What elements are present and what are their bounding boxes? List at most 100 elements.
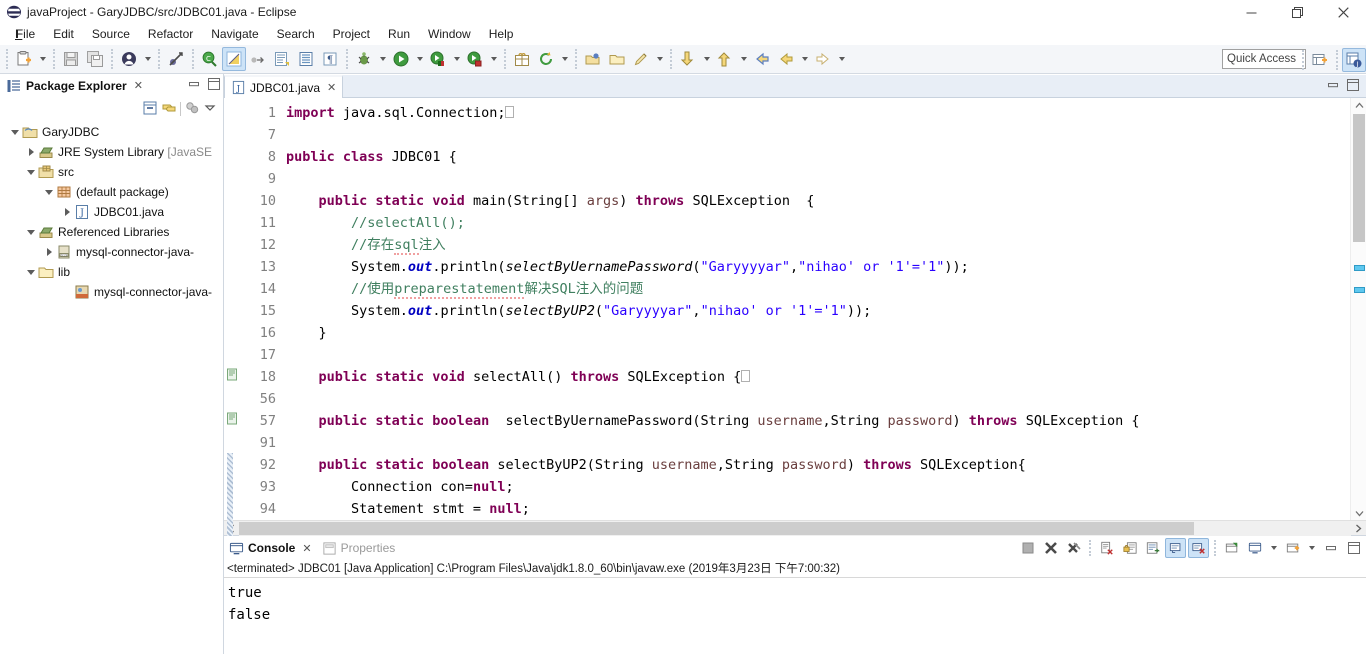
paragraph-button[interactable]: ¶ <box>318 47 342 71</box>
editor-text-area[interactable]: 1 7 8 9 10 11 12 13 14 15 16 17 18 56 57… <box>224 98 1366 538</box>
scroll-right-icon[interactable] <box>1351 521 1366 536</box>
minimize-window-button[interactable] <box>1228 0 1274 24</box>
menu-navigate[interactable]: Navigate <box>202 25 267 44</box>
word-wrap-button[interactable] <box>1142 538 1163 558</box>
twisty-open-icon[interactable] <box>8 122 22 142</box>
open-type-button[interactable]: C <box>198 47 222 71</box>
tree-item-src[interactable]: src <box>0 162 223 182</box>
maximize-icon[interactable] <box>207 77 221 94</box>
new-package-button[interactable] <box>510 47 534 71</box>
menu-window[interactable]: Window <box>419 25 480 44</box>
remove-launch-button[interactable] <box>1040 538 1061 558</box>
edit-button[interactable] <box>629 47 653 71</box>
scrollbar-thumb[interactable] <box>1353 114 1365 242</box>
next-member-dropdown[interactable] <box>700 47 713 71</box>
previous-member-button[interactable] <box>713 47 737 71</box>
save-all-button[interactable] <box>83 47 107 71</box>
terminate-button[interactable] <box>1017 538 1038 558</box>
next-annotation-button[interactable] <box>246 47 270 71</box>
menu-file[interactable]: FFile <box>6 25 44 44</box>
refresh-dropdown[interactable] <box>558 47 571 71</box>
tree-item-lib[interactable]: lib <box>0 262 223 282</box>
editor-horizontal-scrollbar[interactable] <box>224 520 1366 536</box>
minimize-console-button[interactable] <box>1320 538 1341 558</box>
console-output[interactable]: true false <box>224 578 1366 654</box>
tree-item-mysql-connector-file[interactable]: mysql-connector-java- <box>0 282 223 302</box>
project-tree[interactable]: GaryJDBC JRE System Library [JavaSE src … <box>0 120 223 654</box>
close-icon[interactable]: ✕ <box>302 542 311 555</box>
folded-imports-placeholder[interactable] <box>505 106 515 118</box>
scrollbar-thumb[interactable] <box>239 521 1194 535</box>
new-java-dropdown[interactable] <box>141 47 154 71</box>
menu-edit[interactable]: Edit <box>44 25 83 44</box>
open-console-dropdown[interactable] <box>1305 536 1318 560</box>
scroll-down-icon[interactable] <box>1351 506 1366 520</box>
maximize-window-button[interactable] <box>1274 0 1320 24</box>
annotation-marker[interactable] <box>1354 287 1365 293</box>
twisty-open-icon[interactable] <box>24 222 38 242</box>
marker-ruler[interactable] <box>224 98 240 538</box>
maximize-icon[interactable] <box>1346 78 1360 95</box>
menu-source[interactable]: Source <box>83 25 139 44</box>
tree-item-referenced-libraries[interactable]: Referenced Libraries <box>0 222 223 242</box>
new-java-class-button[interactable] <box>270 47 294 71</box>
open-task-button[interactable] <box>581 47 605 71</box>
next-member-button[interactable] <box>676 47 700 71</box>
folded-body-placeholder[interactable] <box>741 370 751 382</box>
new-interface-button[interactable] <box>294 47 318 71</box>
twisty-closed-icon[interactable] <box>24 142 38 162</box>
display-console-dropdown[interactable] <box>1267 536 1280 560</box>
open-console-button[interactable] <box>1282 538 1303 558</box>
menu-project[interactable]: Project <box>324 25 379 44</box>
external-tools-button[interactable] <box>222 47 246 71</box>
save-button[interactable] <box>59 47 83 71</box>
tree-item-garyjdbc[interactable]: GaryJDBC <box>0 122 223 142</box>
pin-console-button[interactable] <box>1221 538 1242 558</box>
previous-member-dropdown[interactable] <box>737 47 750 71</box>
tree-item-default-package[interactable]: (default package) <box>0 182 223 202</box>
debug-button[interactable] <box>352 47 376 71</box>
tree-item-jre-system-library[interactable]: JRE System Library [JavaSE <box>0 142 223 162</box>
tab-jdbc01-java[interactable]: J JDBC01.java ✕ <box>224 75 344 98</box>
minimize-icon[interactable] <box>1326 78 1340 95</box>
tree-item-mysql-connector-jar[interactable]: 019 mysql-connector-java- <box>0 242 223 262</box>
skip-breakpoints-button[interactable] <box>164 47 188 71</box>
scroll-up-icon[interactable] <box>1351 98 1366 112</box>
run-button[interactable] <box>389 47 413 71</box>
warning-marker-icon[interactable] <box>226 412 238 428</box>
tab-properties[interactable]: Properties <box>317 536 401 560</box>
twisty-open-icon[interactable] <box>24 262 38 282</box>
tree-item-jdbc01-java[interactable]: J JDBC01.java <box>0 202 223 222</box>
collapse-all-button[interactable] <box>142 100 158 119</box>
minimize-icon[interactable] <box>187 77 201 94</box>
edit-dropdown[interactable] <box>653 47 666 71</box>
menu-run[interactable]: Run <box>379 25 419 44</box>
twisty-open-icon[interactable] <box>42 182 56 202</box>
editor-vertical-scrollbar[interactable] <box>1350 98 1366 520</box>
show-console-on-output-button[interactable] <box>1165 538 1186 558</box>
close-window-button[interactable] <box>1320 0 1366 24</box>
forward-dropdown[interactable] <box>798 47 811 71</box>
java-perspective-button[interactable]: J <box>1342 47 1366 72</box>
next-button[interactable] <box>811 47 835 71</box>
annotation-marker[interactable] <box>1354 265 1365 271</box>
new-wizard-button[interactable] <box>12 47 36 71</box>
view-menu-button[interactable] <box>203 101 217 118</box>
run-external-button[interactable] <box>463 47 487 71</box>
run-dropdown[interactable] <box>413 47 426 71</box>
show-console-on-error-button[interactable] <box>1188 538 1209 558</box>
open-perspective-button[interactable] <box>1308 48 1332 72</box>
forward-yellow-button[interactable] <box>774 47 798 71</box>
twisty-closed-icon[interactable] <box>60 202 74 222</box>
scrollbar-track[interactable] <box>239 520 1351 536</box>
twisty-open-icon[interactable] <box>24 162 38 182</box>
source-code[interactable]: import java.sql.Connection; public class… <box>278 98 1350 520</box>
menu-refactor[interactable]: Refactor <box>139 25 202 44</box>
coverage-dropdown[interactable] <box>450 47 463 71</box>
remove-all-terminated-button[interactable] <box>1063 538 1084 558</box>
link-with-editor-button[interactable] <box>161 100 177 119</box>
run-external-dropdown[interactable] <box>487 47 500 71</box>
display-selected-console-button[interactable] <box>1244 538 1265 558</box>
quick-access-input[interactable]: Quick Access <box>1222 49 1306 69</box>
new-wizard-dropdown[interactable] <box>36 47 49 71</box>
